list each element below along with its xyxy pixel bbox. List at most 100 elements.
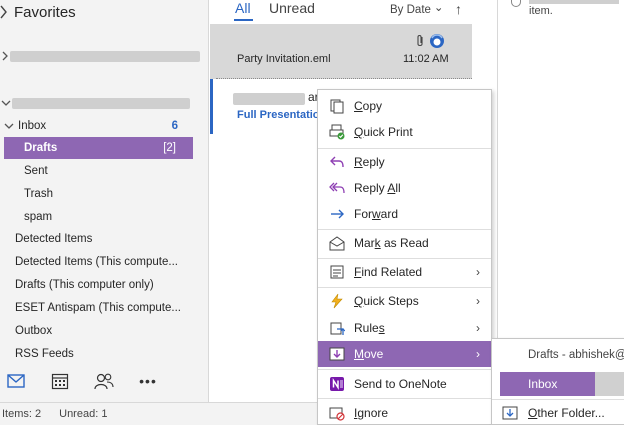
account-expanded-row[interactable] bbox=[0, 93, 190, 113]
chevron-down-icon bbox=[4, 123, 14, 129]
menu-item-move[interactable]: Move › bbox=[318, 341, 491, 367]
people-nav-button[interactable] bbox=[82, 366, 126, 396]
folder-spam[interactable]: spam bbox=[0, 206, 208, 228]
menu-item-label: Find Related bbox=[354, 265, 423, 279]
find-related-icon bbox=[328, 263, 346, 281]
sort-label: By Date bbox=[390, 4, 431, 16]
menu-item-forward[interactable]: Forward bbox=[318, 201, 491, 227]
favorites-header[interactable]: Favorites bbox=[0, 0, 76, 24]
redacted-account-name bbox=[12, 97, 190, 109]
menu-item-quick-print[interactable]: Quick Print bbox=[318, 119, 491, 145]
menu-item-send-to-onenote[interactable]: Send to OneNote bbox=[318, 371, 491, 397]
redacted-account-name bbox=[10, 50, 200, 62]
menu-item-label: Reply bbox=[354, 155, 385, 169]
menu-item-label: Mark as Read bbox=[354, 236, 429, 250]
move-submenu: Drafts - abhishek@ Inbox Other Folder... bbox=[491, 338, 624, 425]
reply-all-icon bbox=[328, 179, 346, 197]
calendar-icon bbox=[51, 373, 69, 390]
sort-by-dropdown[interactable]: By Date ⌄ bbox=[390, 2, 444, 17]
folder-label: Detected Items (This compute... bbox=[15, 256, 178, 268]
reading-pane-note: item. bbox=[529, 5, 553, 17]
mail-nav-button[interactable] bbox=[0, 366, 38, 396]
account-collapsed-row[interactable] bbox=[0, 46, 200, 66]
submenu-item-other-folder[interactable]: Other Folder... bbox=[492, 401, 624, 425]
menu-item-label: Quick Steps bbox=[354, 294, 419, 308]
folder-move-icon bbox=[502, 405, 518, 421]
folder-trash[interactable]: Trash bbox=[0, 183, 208, 205]
folder-drafts-local[interactable]: Drafts (This computer only) bbox=[0, 274, 208, 296]
ignore-icon bbox=[328, 404, 346, 422]
menu-item-label: Move bbox=[354, 347, 384, 361]
menu-item-mark-as-read[interactable]: Mark as Read bbox=[318, 230, 491, 256]
folder-detected-items-local[interactable]: Detected Items (This compute... bbox=[0, 251, 208, 273]
folder-label: Drafts (This computer only) bbox=[15, 279, 154, 291]
menu-item-reply[interactable]: Reply bbox=[318, 149, 491, 175]
mail-icon bbox=[7, 374, 25, 388]
tab-all[interactable]: All bbox=[235, 0, 251, 16]
menu-item-quick-steps[interactable]: Quick Steps › bbox=[318, 288, 491, 314]
menu-item-label: Copy bbox=[354, 99, 383, 113]
folder-label: Inbox bbox=[18, 120, 47, 132]
menu-separator bbox=[318, 369, 491, 370]
menu-item-find-related[interactable]: Find Related › bbox=[318, 259, 491, 285]
menu-item-label: Ignore bbox=[354, 406, 389, 420]
folder-eset-antispam[interactable]: ESET Antispam (This compute... bbox=[0, 297, 208, 319]
tab-all-underline bbox=[234, 19, 253, 21]
move-icon bbox=[328, 345, 346, 363]
folder-sent[interactable]: Sent bbox=[0, 160, 208, 182]
folder-label: Outbox bbox=[15, 325, 53, 337]
message-item-icons bbox=[415, 33, 445, 49]
folder-label: Drafts bbox=[24, 142, 58, 154]
menu-item-rules[interactable]: Rules › bbox=[318, 315, 491, 341]
menu-item-reply-all[interactable]: Reply All bbox=[318, 175, 491, 201]
message-subject: Party Invitation.eml bbox=[237, 53, 331, 65]
submenu-arrow-icon: › bbox=[476, 265, 480, 279]
envelope-open-icon bbox=[328, 234, 346, 252]
submenu-arrow-icon: › bbox=[476, 347, 480, 361]
folder-label: Sent bbox=[24, 165, 48, 177]
reply-icon bbox=[328, 153, 346, 171]
folder-label: ESET Antispam (This compute... bbox=[15, 302, 181, 314]
favorites-label: Favorites bbox=[14, 3, 76, 21]
folder-inbox[interactable]: Inbox 6 bbox=[0, 116, 208, 136]
folder-outbox[interactable]: Outbox bbox=[0, 320, 208, 342]
folder-label: Trash bbox=[24, 188, 53, 200]
folder-label: spam bbox=[24, 211, 53, 223]
menu-item-label: Inbox bbox=[528, 377, 558, 391]
lightning-icon bbox=[328, 292, 346, 310]
context-menu: Copy Quick Print Reply Reply All Forward… bbox=[317, 89, 492, 425]
message-time: 11:02 AM bbox=[403, 53, 449, 65]
people-icon bbox=[94, 373, 114, 390]
menu-item-label: Other Folder... bbox=[528, 406, 605, 420]
submenu-arrow-icon: › bbox=[476, 321, 480, 335]
folder-detected-items[interactable]: Detected Items bbox=[0, 228, 208, 250]
thunderbird-app-icon bbox=[430, 34, 444, 48]
print-icon bbox=[328, 123, 346, 141]
menu-item-label: Forward bbox=[354, 207, 399, 221]
submenu-arrow-icon: › bbox=[476, 294, 480, 308]
unread-count: 6 bbox=[171, 120, 178, 132]
folder-label: RSS Feeds bbox=[15, 348, 74, 360]
status-items-count: Items: 2 bbox=[2, 408, 42, 420]
chevron-down-icon bbox=[1, 100, 11, 106]
folder-drafts[interactable]: Drafts [2] bbox=[4, 137, 193, 159]
menu-item-label: Quick Print bbox=[354, 125, 413, 139]
submenu-item-inbox[interactable]: Inbox bbox=[500, 372, 595, 396]
calendar-nav-button[interactable] bbox=[38, 366, 82, 396]
onenote-icon bbox=[328, 375, 346, 393]
paperclip-icon bbox=[417, 34, 423, 47]
sort-direction-button[interactable]: ↑ bbox=[455, 1, 462, 17]
menu-item-ignore[interactable]: Ignore bbox=[318, 400, 491, 425]
copy-icon bbox=[328, 97, 346, 115]
forward-icon bbox=[328, 205, 346, 223]
menu-item-copy[interactable]: Copy bbox=[318, 93, 491, 119]
menu-item-label: Rules bbox=[354, 321, 385, 335]
more-nav-button[interactable]: ••• bbox=[126, 366, 170, 396]
menu-item-label: Send to OneNote bbox=[354, 377, 447, 391]
module-nav-bar: ••• bbox=[0, 360, 208, 402]
submenu-highlight-tail bbox=[595, 372, 624, 396]
tab-unread[interactable]: Unread bbox=[269, 0, 315, 16]
message-item[interactable]: Party Invitation.eml 11:02 AM bbox=[210, 24, 472, 79]
info-icon bbox=[511, 0, 521, 7]
folder-count: [2] bbox=[163, 142, 176, 154]
